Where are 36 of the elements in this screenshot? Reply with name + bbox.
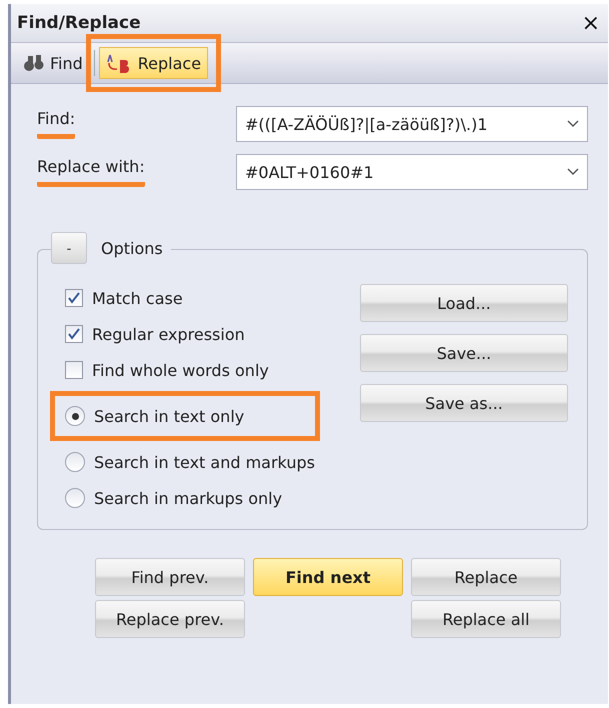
action-button[interactable]: Find next [253, 558, 403, 596]
group-title: Options [101, 238, 163, 258]
window-title: Find/Replace [17, 13, 141, 33]
checkbox[interactable] [65, 361, 83, 379]
option-button[interactable]: Save... [360, 334, 568, 372]
close-button[interactable]: × [582, 10, 600, 36]
field-label: Find: [37, 109, 76, 139]
combo-box[interactable]: #(([A-ZÄÖÜß]?|[a-zäöüß]?)\.)1 [236, 106, 588, 142]
tab[interactable]: Replace [98, 47, 208, 79]
checkbox[interactable] [65, 289, 83, 307]
radio-button[interactable] [65, 406, 85, 426]
action-button[interactable]: Replace [411, 558, 561, 596]
option-label: Search in markups only [94, 488, 282, 508]
chevron-down-icon [567, 120, 579, 128]
option-label: Find whole words only [92, 360, 269, 380]
option-label: Search in text only [94, 406, 244, 426]
combo-box[interactable]: #0ALT+0160#1 [236, 154, 588, 190]
radio-button[interactable] [65, 452, 85, 472]
action-button[interactable]: Replace all [411, 600, 561, 638]
option-button[interactable]: Save as... [360, 384, 568, 422]
action-button[interactable]: Replace prev. [95, 600, 245, 638]
option-label: Match case [92, 288, 183, 308]
collapse-button[interactable]: - [51, 232, 87, 264]
radio-button[interactable] [65, 488, 85, 508]
chevron-down-icon [567, 168, 579, 176]
tab[interactable]: Find [17, 48, 90, 78]
field-label: Replace with: [37, 157, 145, 187]
option-label: Regular expression [92, 324, 245, 344]
option-label: Search in text and markups [94, 452, 315, 472]
binoculars-icon [24, 54, 44, 72]
check-icon [68, 292, 80, 304]
check-icon [68, 328, 80, 340]
checkbox[interactable] [65, 325, 83, 343]
replace-icon [106, 52, 132, 74]
option-button[interactable]: Load... [360, 284, 568, 322]
action-button[interactable]: Find prev. [95, 558, 245, 596]
